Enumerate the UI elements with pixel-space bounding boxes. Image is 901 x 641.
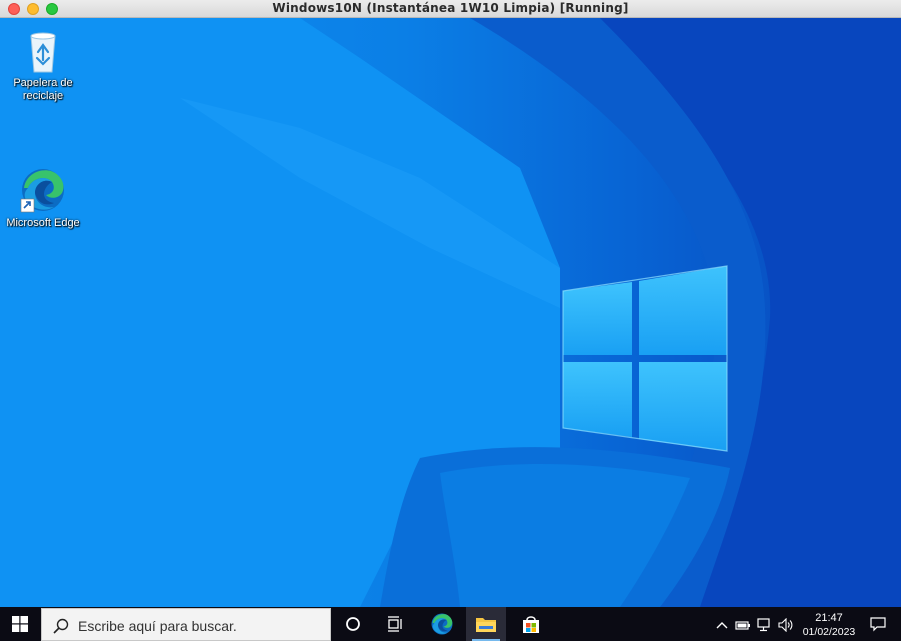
volume-icon	[778, 618, 793, 632]
network-button[interactable]	[757, 617, 773, 633]
taskbar-search-box[interactable]: Escribe aquí para buscar.	[41, 608, 331, 641]
search-placeholder: Escribe aquí para buscar.	[78, 618, 237, 634]
edge-shortcut-label: Microsoft Edge	[6, 217, 80, 229]
taskbar-file-explorer-button[interactable]	[466, 607, 506, 641]
battery-icon	[735, 621, 750, 630]
clock-time: 21:47	[815, 612, 843, 624]
edge-icon	[431, 613, 453, 635]
cortana-icon	[346, 617, 360, 631]
taskbar-edge-button[interactable]	[422, 607, 462, 641]
recycle-bin-icon	[30, 32, 56, 73]
start-button[interactable]	[0, 607, 40, 641]
battery-button[interactable]	[735, 617, 751, 633]
volume-button[interactable]	[778, 617, 794, 633]
edge-shortcut[interactable]: Microsoft Edge	[6, 166, 80, 230]
action-center-button[interactable]	[870, 616, 886, 632]
file-explorer-icon	[476, 618, 496, 632]
window-title: Windows10N (Instantánea 1W10 Limpia) [Ru…	[272, 1, 629, 15]
show-hidden-icons-button[interactable]	[714, 617, 730, 633]
chevron-up-icon	[716, 622, 728, 629]
recycle-bin-shortcut[interactable]: Papelera de reciclaje	[6, 30, 80, 103]
windows-start-icon	[12, 616, 28, 632]
taskbar: Escribe aquí para buscar. 21:47 01/02/20…	[0, 607, 901, 641]
task-view-button[interactable]	[376, 607, 416, 641]
store-icon	[523, 616, 539, 633]
host-window-titlebar: Windows10N (Instantánea 1W10 Limpia) [Ru…	[0, 0, 901, 18]
taskbar-store-button[interactable]	[511, 607, 551, 641]
recycle-bin-label-line1: Papelera de	[13, 77, 73, 89]
task-view-icon	[388, 616, 402, 632]
taskbar-clock[interactable]: 21:47 01/02/2023	[798, 611, 860, 639]
windows-wallpaper	[0, 18, 901, 607]
search-icon	[53, 618, 69, 634]
clock-date: 01/02/2023	[802, 626, 856, 638]
recycle-bin-label-line2: reciclaje	[22, 90, 64, 102]
cortana-button[interactable]	[333, 607, 373, 641]
desktop[interactable]: Papelera de reciclaje Microsoft Edge	[0, 18, 901, 607]
edge-icon	[20, 169, 64, 213]
network-icon	[757, 618, 770, 632]
notification-icon	[870, 617, 886, 632]
